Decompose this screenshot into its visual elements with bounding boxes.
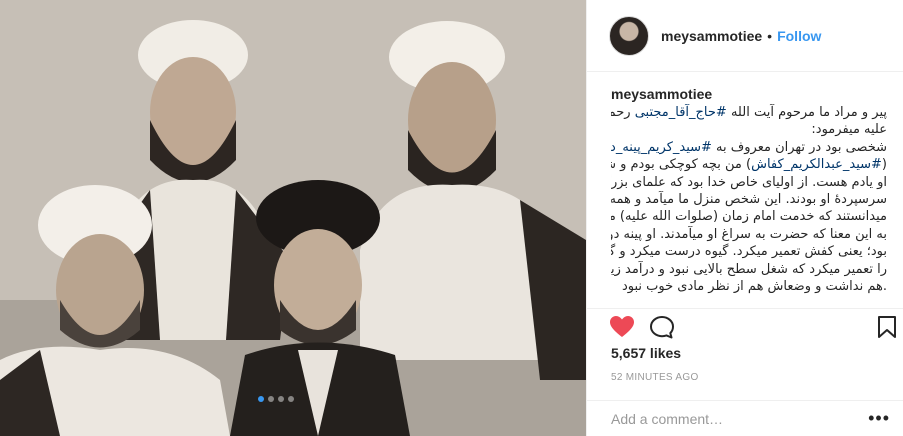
caption-line: (#سید_عبدالکریم_کفاش) من بچه کوچکی بودم … [611,157,887,173]
bookmark-icon[interactable] [877,315,897,344]
carousel-dot-active[interactable] [258,396,264,402]
action-bar [587,308,903,340]
follow-button[interactable]: Follow [777,28,821,44]
heart-filled-icon[interactable] [609,315,635,344]
caption-line: .هم نداشت و وضعاش هم از نظر مادی خوب نبو… [621,279,887,295]
hashtag-link[interactable]: #سید_کریم_پینه_دوز [611,140,712,155]
post-photo[interactable] [0,0,586,436]
more-options-icon[interactable]: ••• [868,408,890,429]
caption-line: را تعمیر میکرد که شغل سطح بالایی نبود و … [611,261,887,277]
comment-icon[interactable] [649,315,675,344]
caption-line: بود؛ یعنی کفش تعمیر میکرد. گیوه درست میک… [611,244,887,260]
caption-line: علیه میفرمود: [811,122,887,138]
likes-count[interactable]: 5,657 likes [611,345,681,361]
separator-dot: • [767,27,773,44]
caption-username[interactable]: meysammotiee [611,86,887,102]
hashtag-link[interactable]: #سید_عبدالکریم_کفاش [751,157,882,172]
comment-bar: ••• [587,400,903,436]
caption-line: سرسپردهٔ او بودند. این شخص منزل ما میآمد… [611,192,887,208]
caption-line: او یادم هست. از اولیای خاص خدا بود که عل… [611,174,887,190]
carousel-dot[interactable] [268,396,274,402]
caption-line: پیر و مراد ما مرحوم آیت الله #حاج_آقا_مج… [611,105,887,120]
post-header: meysammotiee • Follow [587,0,903,72]
caption: meysammotiee پیر و مراد ما مرحوم آیت الل… [587,72,903,308]
caption-line: میدانستند که خدمت امام زمان (صلوات الله … [611,209,887,225]
caption-line: شخصی بود در تهران معروف به #سید_کریم_پین… [611,139,887,156]
carousel-dot[interactable] [278,396,284,402]
post-side-panel: meysammotiee • Follow meysammotiee پیر و… [586,0,903,436]
caption-line: به این معنا که حضرت به سراغ او میآمدند. … [611,226,887,242]
post-timestamp[interactable]: 52 MINUTES AGO [611,372,699,383]
carousel-indicator[interactable] [258,396,294,402]
carousel-dot[interactable] [288,396,294,402]
comment-input[interactable] [611,410,869,427]
header-username[interactable]: meysammotiee [661,28,762,44]
avatar[interactable] [609,15,649,56]
hashtag-link[interactable]: #حاج_آقا_مجتبی [635,105,727,120]
photo-illustration [0,0,586,436]
caption-text: پیر و مراد ما مرحوم آیت الله #حاج_آقا_مج… [611,104,887,295]
